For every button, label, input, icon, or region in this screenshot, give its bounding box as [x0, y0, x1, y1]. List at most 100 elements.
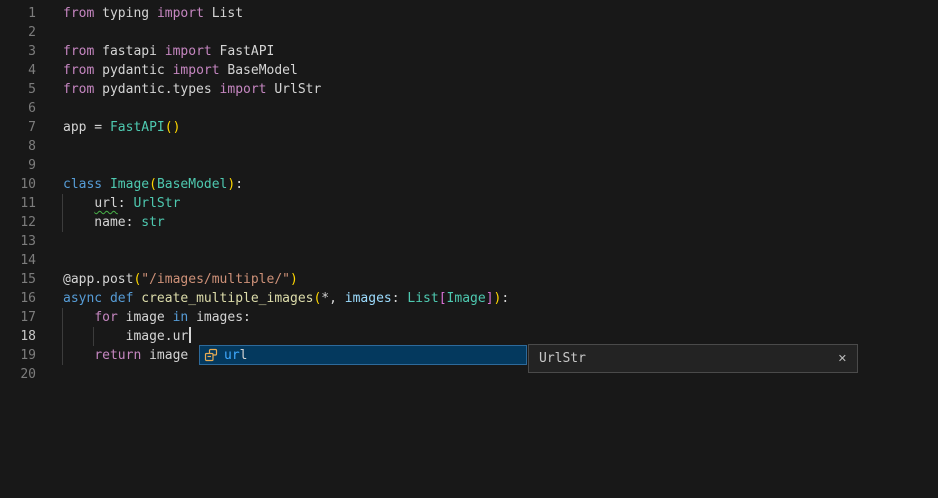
code-token: ): [290, 272, 298, 287]
code-line[interactable]: [46, 232, 938, 251]
code-token: from: [63, 82, 94, 97]
code-line[interactable]: [46, 137, 938, 156]
editor-row: 6: [0, 99, 938, 118]
code-line[interactable]: @app.post("/images/multiple/"): [46, 270, 938, 289]
code-token: BaseModel: [220, 63, 298, 78]
code-token: from: [63, 63, 94, 78]
editor-row: 12 name: str: [0, 213, 938, 232]
close-icon[interactable]: ✕: [838, 353, 847, 364]
code-token: images:: [188, 310, 251, 325]
code-line[interactable]: [46, 23, 938, 42]
editor-row: 16async def create_multiple_images(*, im…: [0, 289, 938, 308]
editor-row: 5from pydantic.types import UrlStr: [0, 80, 938, 99]
code-token: *,: [321, 291, 344, 306]
code-token: :: [235, 177, 243, 192]
code-token: images: [345, 291, 392, 306]
line-number[interactable]: 8: [0, 137, 46, 156]
line-number[interactable]: 19: [0, 346, 46, 365]
code-token: in: [173, 310, 189, 325]
code-token: for: [94, 310, 117, 325]
code-token: :: [501, 291, 509, 306]
code-token: app =: [63, 120, 110, 135]
editor-row: 14: [0, 251, 938, 270]
code-token: List: [204, 6, 243, 21]
line-number[interactable]: 11: [0, 194, 46, 213]
code-line[interactable]: async def create_multiple_images(*, imag…: [46, 289, 938, 308]
code-line[interactable]: from pydantic import BaseModel: [46, 61, 938, 80]
text-cursor: [189, 327, 191, 343]
code-token: def: [110, 291, 133, 306]
code-lines-container: 1from typing import List23from fastapi i…: [0, 4, 938, 384]
code-token: pydantic: [94, 63, 172, 78]
code-token: (: [149, 177, 157, 192]
line-number[interactable]: 14: [0, 251, 46, 270]
line-number[interactable]: 7: [0, 118, 46, 137]
code-token: url: [94, 196, 117, 211]
line-number[interactable]: 9: [0, 156, 46, 175]
line-number[interactable]: 3: [0, 42, 46, 61]
suggest-item-url[interactable]: url: [204, 346, 526, 364]
code-token: typing: [94, 6, 157, 21]
field-icon: [204, 348, 218, 362]
suggest-match-text: ur: [224, 348, 240, 363]
code-token: FastAPI: [212, 44, 275, 59]
code-line[interactable]: for image in images:: [46, 308, 938, 327]
code-token: Image: [447, 291, 486, 306]
line-number[interactable]: 5: [0, 80, 46, 99]
line-number[interactable]: 12: [0, 213, 46, 232]
editor-row: 4from pydantic import BaseModel: [0, 61, 938, 80]
indent-guide: [62, 194, 63, 213]
line-number[interactable]: 6: [0, 99, 46, 118]
code-token: from: [63, 6, 94, 21]
editor-row: 9: [0, 156, 938, 175]
indent-guide: [62, 346, 63, 365]
line-number[interactable]: 16: [0, 289, 46, 308]
editor-row: 15@app.post("/images/multiple/"): [0, 270, 938, 289]
code-token: [: [439, 291, 447, 306]
code-token: async: [63, 291, 102, 306]
code-line[interactable]: from typing import List: [46, 4, 938, 23]
indent-guide: [93, 327, 94, 346]
line-number[interactable]: 1: [0, 4, 46, 23]
code-line[interactable]: from fastapi import FastAPI: [46, 42, 938, 61]
code-token: "/images/multiple/": [141, 272, 290, 287]
editor-row: 11 url: UrlStr: [0, 194, 938, 213]
line-number[interactable]: 4: [0, 61, 46, 80]
code-token: Image: [110, 177, 149, 192]
code-token: [102, 291, 110, 306]
code-line[interactable]: [46, 251, 938, 270]
line-number[interactable]: 18: [0, 327, 46, 346]
code-line[interactable]: url: UrlStr: [46, 194, 938, 213]
suggest-item-label: url: [224, 346, 247, 365]
code-token: import: [165, 44, 212, 59]
indent-guide: [62, 213, 63, 232]
code-token: UrlStr: [133, 196, 180, 211]
code-token: image: [118, 310, 173, 325]
suggest-details-panel: UrlStr ✕: [528, 344, 858, 373]
code-token: [63, 310, 94, 325]
code-token: image: [141, 348, 188, 363]
line-number[interactable]: 17: [0, 308, 46, 327]
code-line[interactable]: [46, 156, 938, 175]
code-line[interactable]: [46, 99, 938, 118]
editor-row: 8: [0, 137, 938, 156]
code-line[interactable]: name: str: [46, 213, 938, 232]
line-number[interactable]: 13: [0, 232, 46, 251]
code-token: UrlStr: [267, 82, 322, 97]
line-number[interactable]: 10: [0, 175, 46, 194]
editor-row: 17 for image in images:: [0, 308, 938, 327]
code-token: BaseModel: [157, 177, 227, 192]
code-line[interactable]: from pydantic.types import UrlStr: [46, 80, 938, 99]
code-token: :: [392, 291, 408, 306]
code-line[interactable]: app = FastAPI(): [46, 118, 938, 137]
editor-row: 3from fastapi import FastAPI: [0, 42, 938, 61]
line-number[interactable]: 15: [0, 270, 46, 289]
code-token: ]: [486, 291, 494, 306]
suggest-rest-text: l: [240, 348, 248, 363]
indent-guide: [62, 308, 63, 327]
code-token: List: [407, 291, 438, 306]
code-line[interactable]: class Image(BaseModel):: [46, 175, 938, 194]
line-number[interactable]: 2: [0, 23, 46, 42]
code-token: import: [173, 63, 220, 78]
line-number[interactable]: 20: [0, 365, 46, 384]
